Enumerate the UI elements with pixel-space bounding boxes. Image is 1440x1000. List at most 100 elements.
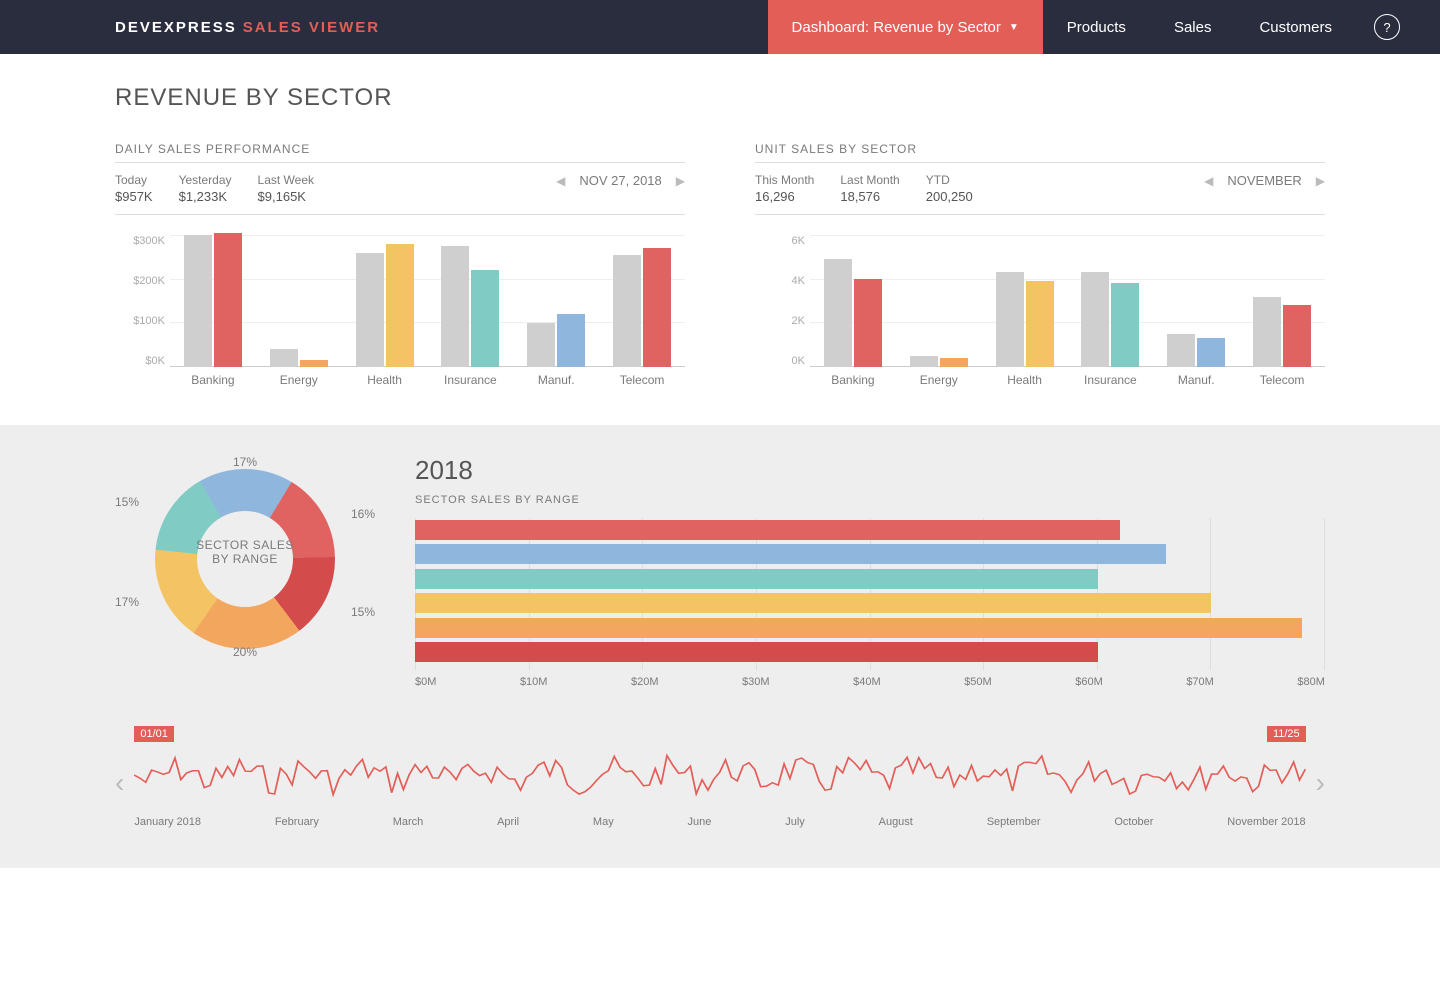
bar — [527, 323, 555, 367]
bar — [214, 233, 242, 367]
daily-sales-title: DAILY SALES PERFORMANCE — [115, 142, 685, 163]
date-next-icon[interactable]: ▶ — [676, 174, 685, 188]
bar — [1197, 338, 1225, 367]
xaxis-tick: $40M — [853, 676, 881, 688]
bar — [1167, 334, 1195, 367]
spark-next-icon[interactable]: › — [1316, 767, 1325, 799]
xaxis-tick: $0M — [415, 676, 436, 688]
bar-group: Manuf. — [1153, 235, 1239, 367]
daily-metric-value: $1,233K — [179, 189, 232, 204]
yaxis-tick: $200K — [115, 275, 165, 287]
yaxis-tick: $0K — [115, 355, 165, 367]
category-label: Energy — [280, 373, 318, 387]
yaxis-tick: 6K — [755, 235, 805, 247]
bar — [996, 272, 1024, 367]
daily-date: NOV 27, 2018 — [579, 173, 661, 188]
category-label: Insurance — [444, 373, 497, 387]
spark-month-label: April — [497, 816, 519, 828]
nav-customers[interactable]: Customers — [1235, 0, 1356, 54]
donut-title-1: SECTOR SALES — [196, 538, 294, 552]
unit-metric-value: 200,250 — [926, 189, 973, 204]
range-sparkline-chart[interactable]: 01/01 11/25 January 2018FebruaryMarchApr… — [134, 738, 1305, 828]
spark-month-label: September — [987, 816, 1041, 828]
bar — [471, 270, 499, 367]
help-button[interactable]: ? — [1374, 14, 1400, 40]
bar-group: Energy — [256, 235, 342, 367]
category-label: Manuf. — [1178, 373, 1215, 387]
bar-group: Insurance — [427, 235, 513, 367]
bar — [854, 279, 882, 367]
date-next-icon[interactable]: ▶ — [1316, 174, 1325, 188]
spark-month-label: June — [688, 816, 712, 828]
xaxis-tick: $10M — [520, 676, 548, 688]
daily-sales-panel: DAILY SALES PERFORMANCE Today $957K Yest… — [115, 142, 685, 385]
daily-metric-label: Yesterday — [179, 173, 232, 187]
sector-donut-chart: SECTOR SALES BY RANGE 17% 16% 15% 20% 17… — [115, 455, 375, 649]
xaxis-tick: $50M — [964, 676, 992, 688]
hbar — [415, 569, 1098, 589]
bar — [1253, 297, 1281, 367]
bar — [184, 235, 212, 367]
daily-metric-value: $9,165K — [258, 189, 314, 204]
hbar — [415, 618, 1302, 638]
spark-month-label: March — [393, 816, 424, 828]
spark-end-tag: 11/25 — [1267, 726, 1306, 742]
bar — [1026, 281, 1054, 367]
sector-hbars-panel: 2018 SECTOR SALES BY RANGE $0M$10M$20M$3… — [415, 455, 1325, 688]
category-label: Banking — [191, 373, 234, 387]
app-header: DEVEXPRESS SALES VIEWER Dashboard: Reven… — [0, 0, 1440, 54]
bar-group: Telecom — [599, 235, 685, 367]
unit-sales-title: UNIT SALES BY SECTOR — [755, 142, 1325, 163]
unit-metric-value: 18,576 — [840, 189, 899, 204]
unit-sales-chart: 6K4K2K0K BankingEnergyHealthInsuranceMan… — [755, 235, 1325, 385]
bar — [441, 246, 469, 367]
range-year: 2018 — [415, 455, 1325, 486]
bar-group: Banking — [170, 235, 256, 367]
bar-group: Telecom — [1239, 235, 1325, 367]
bar — [910, 356, 938, 367]
spark-month-label: November 2018 — [1227, 816, 1305, 828]
range-sparkline-row: ‹ 01/01 11/25 January 2018FebruaryMarchA… — [115, 738, 1325, 828]
spark-month-label: February — [275, 816, 319, 828]
page-title: REVENUE BY SECTOR — [115, 84, 1325, 112]
bar-group: Health — [982, 235, 1068, 367]
nav-sales[interactable]: Sales — [1150, 0, 1236, 54]
spark-month-label: July — [785, 816, 805, 828]
bar-group: Energy — [896, 235, 982, 367]
daily-metric-label: Today — [115, 173, 153, 187]
spark-month-label: August — [879, 816, 913, 828]
category-label: Manuf. — [538, 373, 575, 387]
category-label: Telecom — [620, 373, 665, 387]
bar-group: Manuf. — [513, 235, 599, 367]
bar — [270, 349, 298, 367]
unit-metric-label: This Month — [755, 173, 814, 187]
daily-metric-label: Last Week — [258, 173, 314, 187]
category-label: Telecom — [1260, 373, 1305, 387]
xaxis-tick: $60M — [1075, 676, 1103, 688]
summary-section: REVENUE BY SECTOR DAILY SALES PERFORMANC… — [0, 54, 1440, 425]
hbar — [415, 544, 1166, 564]
donut-title-2: BY RANGE — [212, 552, 278, 566]
date-prev-icon[interactable]: ◀ — [556, 174, 565, 188]
logo-product: SALES VIEWER — [243, 19, 380, 36]
yaxis-tick: 0K — [755, 355, 805, 367]
sector-hbars-chart: $0M$10M$20M$30M$40M$50M$60M$70M$80M — [415, 518, 1325, 688]
nav-dashboard[interactable]: Dashboard: Revenue by Sector ▼ — [768, 0, 1043, 54]
app-logo: DEVEXPRESS SALES VIEWER — [0, 0, 380, 54]
yaxis-tick: 4K — [755, 275, 805, 287]
category-label: Insurance — [1084, 373, 1137, 387]
bar — [824, 259, 852, 367]
bar — [643, 248, 671, 367]
daily-sales-chart: $300K$200K$100K$0K BankingEnergyHealthIn… — [115, 235, 685, 385]
nav-products[interactable]: Products — [1043, 0, 1150, 54]
hbar — [415, 520, 1120, 540]
bar-group: Insurance — [1067, 235, 1153, 367]
category-label: Energy — [920, 373, 958, 387]
logo-brand: DEVEXPRESS — [115, 19, 237, 36]
date-prev-icon[interactable]: ◀ — [1204, 174, 1213, 188]
xaxis-tick: $80M — [1297, 676, 1325, 688]
spark-prev-icon[interactable]: ‹ — [115, 767, 124, 799]
bar-group: Banking — [810, 235, 896, 367]
bar — [613, 255, 641, 367]
unit-metric-value: 16,296 — [755, 189, 814, 204]
